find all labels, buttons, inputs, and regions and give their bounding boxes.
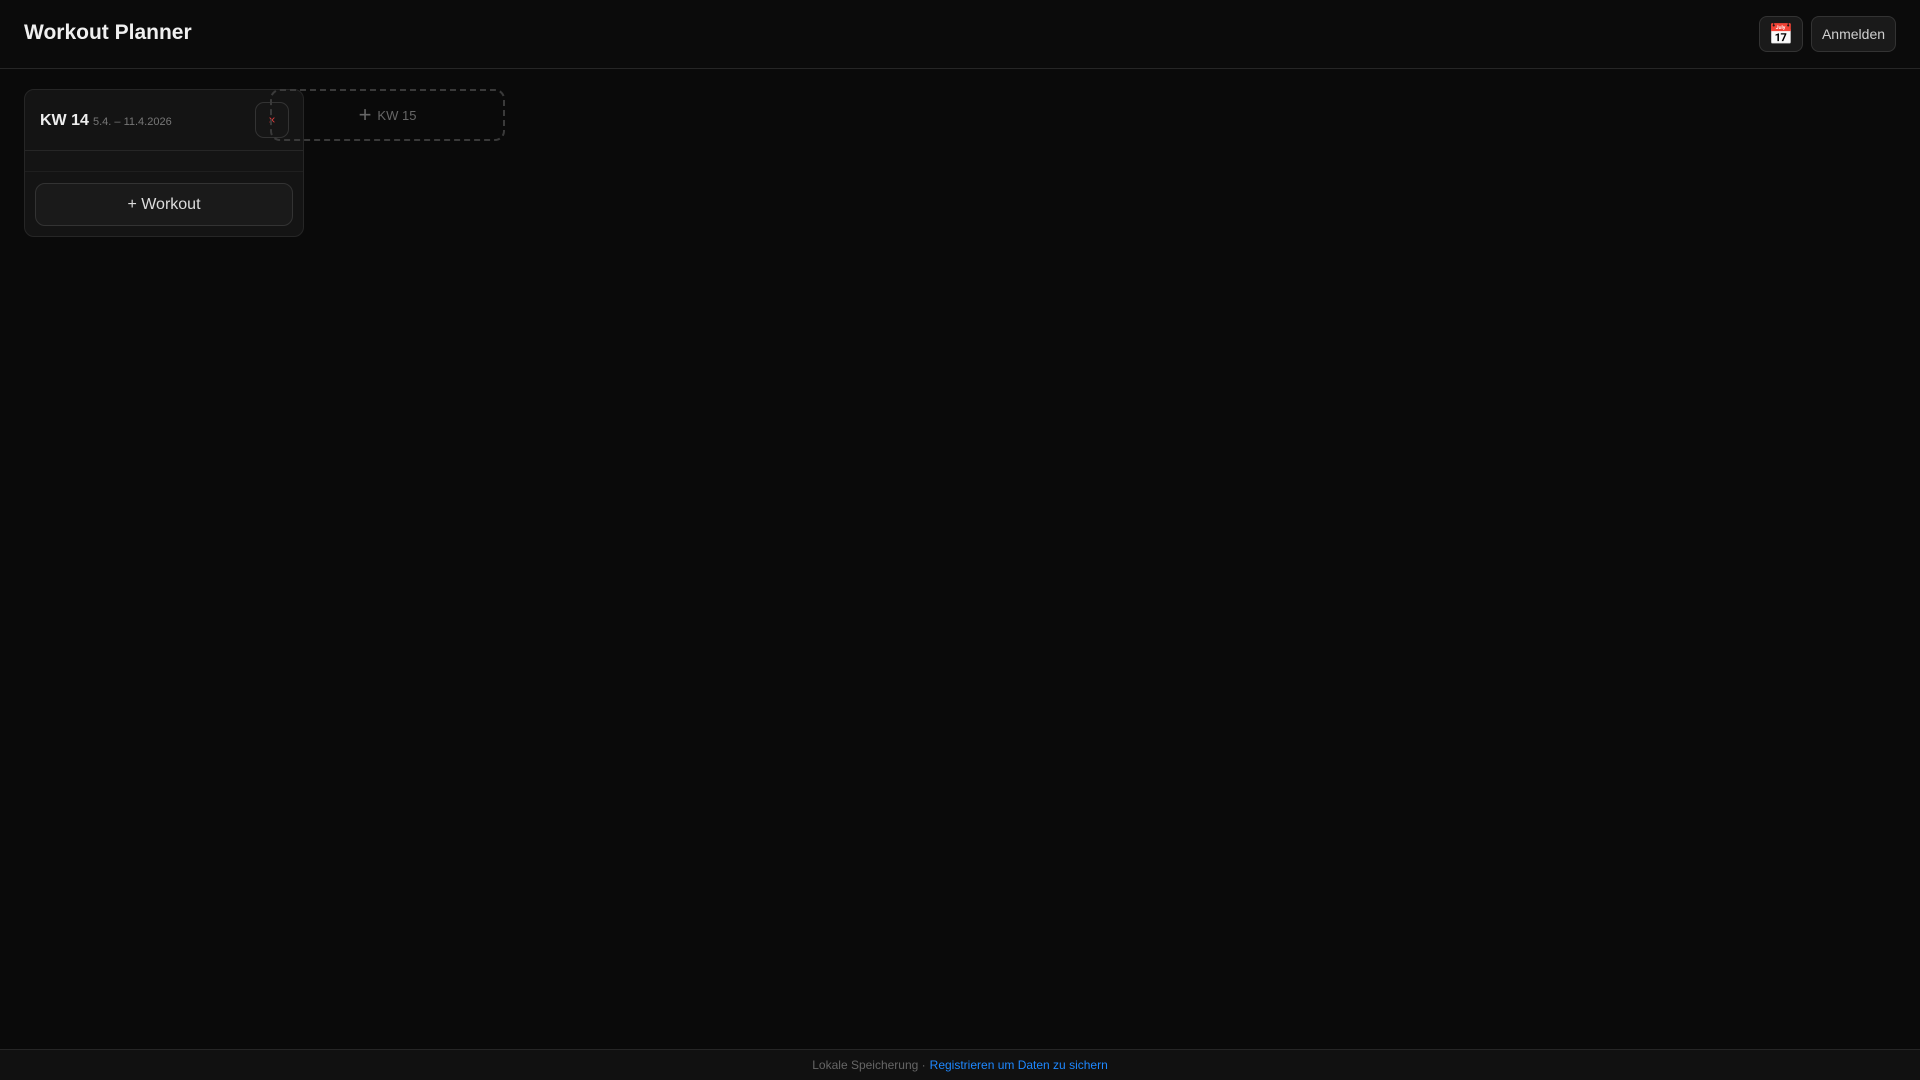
footer: Lokale Speicherung · Registrieren um Dat… [0, 1049, 1920, 1080]
app-header: Workout Planner 📅 Anmelden [0, 0, 1920, 69]
week-card-header: KW 14 5.4. – 11.4.2026 × [25, 90, 303, 151]
add-workout-button[interactable]: + Workout [35, 183, 293, 226]
register-link[interactable]: Registrieren um Daten zu sichern [930, 1058, 1108, 1072]
week-label: KW 14 [40, 112, 89, 129]
week-date-range: 5.4. – 11.4.2026 [93, 116, 172, 128]
calendar-button[interactable]: 📅 [1759, 16, 1803, 52]
storage-status: Lokale Speicherung · [812, 1058, 926, 1072]
week-card: KW 14 5.4. – 11.4.2026 × + Workout [24, 89, 304, 237]
workout-list [25, 151, 303, 172]
app-title: Workout Planner [24, 21, 192, 44]
add-week-button[interactable]: + KW 15 [270, 89, 505, 141]
login-button[interactable]: Anmelden [1811, 16, 1896, 52]
add-week-label: KW 15 [377, 107, 417, 123]
calendar-icon: 📅 [1768, 23, 1794, 46]
plus-icon: + [358, 102, 372, 127]
